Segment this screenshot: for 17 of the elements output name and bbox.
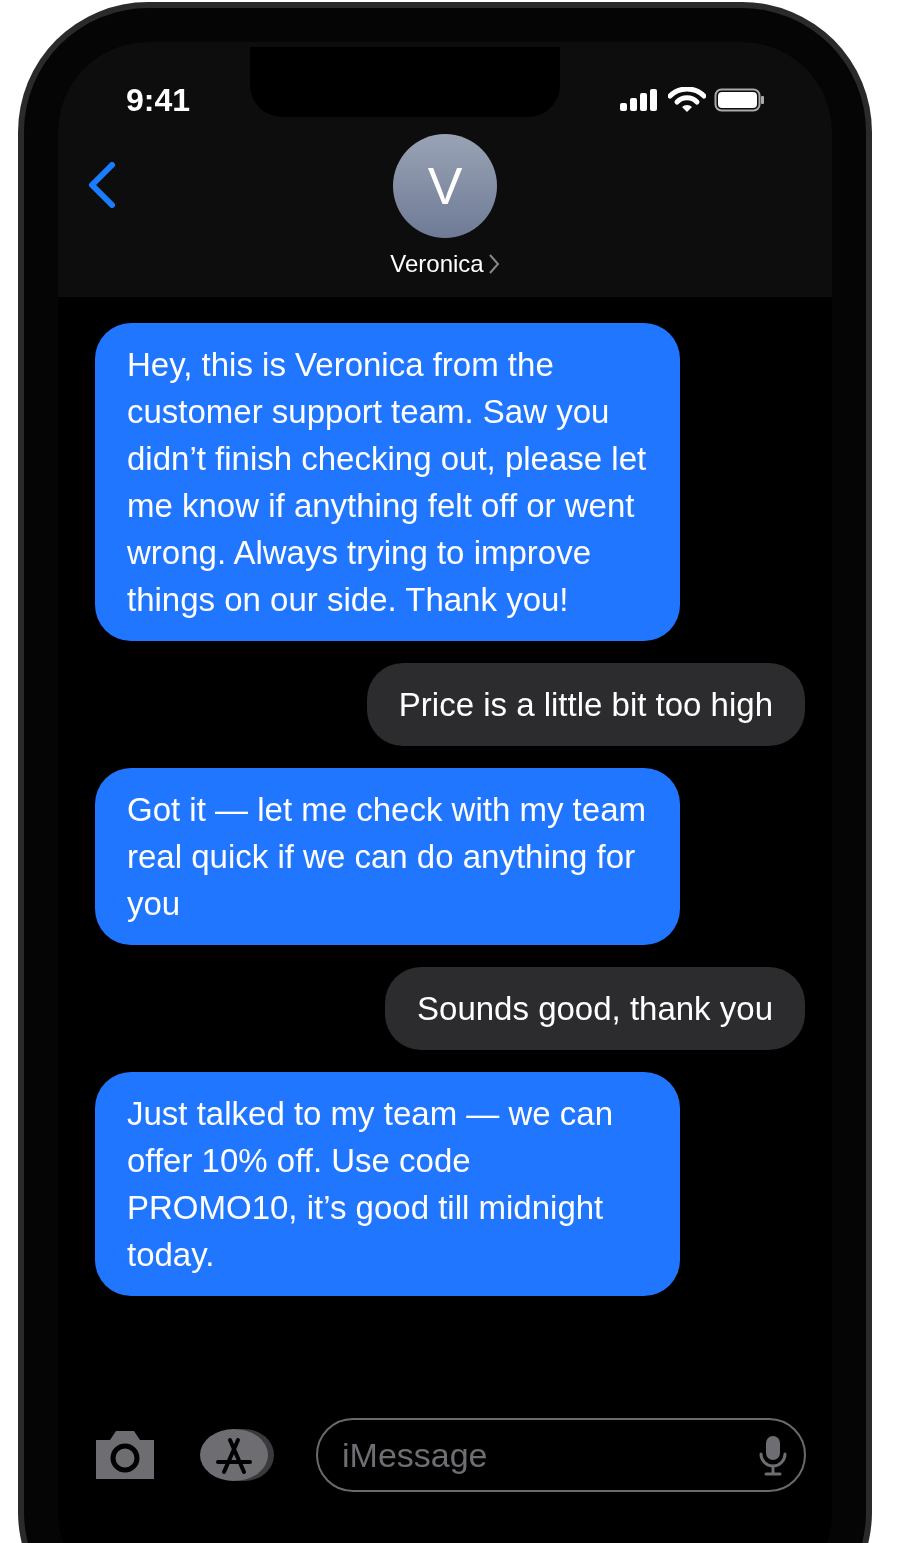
microphone-icon[interactable] (758, 1434, 788, 1476)
message-bubble: Just talked to my team — we can offer 10% off. Use code PROMO10, it’s good till midnight today. (95, 1072, 680, 1296)
signal-icon (620, 89, 660, 111)
chevron-right-icon (487, 253, 500, 275)
message-bubble: Price is a little bit too high (366, 663, 805, 746)
battery-icon (714, 88, 764, 112)
contact-avatar: V (393, 134, 497, 238)
status-time: 9:41 (126, 81, 191, 120)
message-bubble: Sounds good, thank you (385, 967, 805, 1050)
contact-name[interactable]: Veronica (390, 246, 500, 282)
app-store-icon[interactable] (198, 1428, 276, 1482)
wifi-icon (668, 87, 706, 113)
chevron-left-icon (86, 162, 116, 208)
message-input[interactable]: iMessage (316, 1418, 806, 1492)
message-bubble: Hey, this is Veronica from the customer support team. Saw you didn’t finish checking out, please let me know if anything felt off or went wrong. Always trying to improve things on our side. Thank you! (95, 323, 680, 641)
message-bubble: Got it — let me check with my team real quick if we can do anything for you (95, 768, 680, 945)
back-button[interactable] (86, 162, 116, 208)
